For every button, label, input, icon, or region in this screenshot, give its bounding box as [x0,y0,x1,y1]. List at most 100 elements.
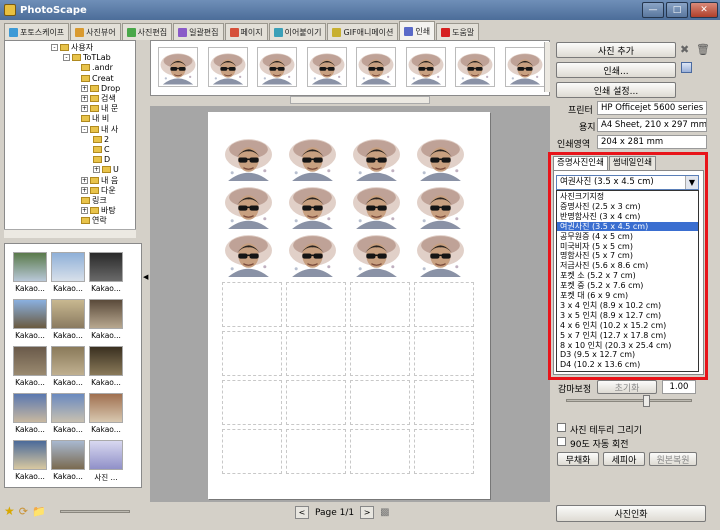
photo-size-option[interactable]: 포켓 중 (5.2 x 7.6 cm) [557,281,698,291]
expander-icon[interactable]: - [51,44,58,51]
next-page-button[interactable]: > [360,506,375,519]
photo-size-option[interactable]: 반명함사진 (3 x 4 cm) [557,212,698,222]
photo-thumbnail[interactable] [13,393,47,423]
photo-thumbnail[interactable] [51,252,85,282]
maximize-button[interactable]: □ [666,2,688,18]
tab-combine[interactable]: 이어붙이기 [268,23,327,40]
strip-thumbnail[interactable] [455,47,495,87]
monochrome-button[interactable]: 무채화 [557,452,599,466]
expander-icon[interactable]: + [81,84,88,92]
tree-item[interactable]: 연락 [81,215,107,226]
close-button[interactable]: ✕ [690,2,718,18]
photo-thumbnail[interactable] [13,299,47,329]
photo-size-option[interactable]: 여권사진 (3.5 x 4.5 cm) [557,221,698,232]
list-icon[interactable] [681,62,692,73]
photo-size-option[interactable]: 미국비자 (5 x 5 cm) [557,242,698,252]
left-panel-splitter[interactable]: ◀ [142,243,150,488]
photo-size-option[interactable]: 8 x 10 인치 (20.3 x 25.4 cm) [557,341,698,351]
strip-vertical-scrollbar[interactable] [544,42,550,92]
photo-print-button[interactable]: 사진인화 [556,505,706,522]
photo-size-option[interactable]: 5 x 7 인치 (12.7 x 17.8 cm) [557,331,698,341]
photo-size-option[interactable]: 사진크기지정 [557,192,698,202]
prev-page-button[interactable]: < [295,506,309,519]
strip-thumbnail[interactable] [207,47,248,87]
strip-thumbnail[interactable] [158,47,198,87]
photo-size-option[interactable]: 공무원증 (4 x 5 cm) [557,232,698,242]
strip-thumbnail[interactable] [356,47,396,87]
trash-icon[interactable]: 🗑 [696,43,710,56]
print-settings-button[interactable]: 인쇄 설정... [556,82,676,98]
photo-thumbnail[interactable] [89,252,123,282]
tab-viewer[interactable]: 사진뷰어 [70,23,121,40]
tab-editor[interactable]: 사진편집 [121,23,173,40]
expander-icon[interactable]: + [81,95,88,102]
remove-icon[interactable]: ✖ [680,43,689,56]
sepia-button[interactable]: 세피아 [603,452,645,466]
strip-horizontal-scrollbar[interactable] [290,96,430,104]
photo-thumbnail[interactable] [89,299,123,329]
expander-icon[interactable]: + [81,207,88,215]
gamma-slider[interactable] [566,399,692,402]
open-folder-icon[interactable]: 📁 [32,505,46,518]
tab-id-photo-print[interactable]: 증명사진인쇄 [553,156,608,170]
photo-thumbnail[interactable] [13,346,47,376]
strip-thumbnail[interactable] [504,47,545,87]
photo-thumbnail[interactable] [89,346,123,376]
photo-thumbnail[interactable] [13,252,47,282]
photo-size-option[interactable]: 포켓 소 (5.2 x 7 cm) [557,271,698,281]
tab-page[interactable]: 페이지 [224,23,268,40]
refresh-folder-icon[interactable]: ⟳ [19,505,28,518]
expander-icon[interactable]: - [81,125,88,133]
expander-icon[interactable]: - [63,54,70,62]
folder-tree[interactable]: - 사용자 - ToTLab .andr Creat + Drop + 검색 + 내 문내 비-내 사… [4,40,136,236]
photo-size-option[interactable]: D4 (10.2 x 13.6 cm) [557,360,698,370]
strip-thumbnail[interactable] [257,47,297,87]
print-button[interactable]: 인쇄... [556,62,676,78]
border-checkbox[interactable] [557,423,566,432]
photo-thumbnail[interactable] [89,440,123,470]
strip-thumbnail[interactable] [405,47,446,87]
photo-strip[interactable] [150,40,550,96]
photo-size-option[interactable]: 포켓 대 (6 x 9 cm) [557,291,698,301]
tab-photoscape[interactable]: 포토스케이프 [4,23,70,40]
minimize-button[interactable]: — [642,2,664,18]
gamma-value[interactable]: 1.00 [662,380,696,394]
expander-icon[interactable]: + [81,186,88,194]
zoom-icon[interactable]: ▩ [380,507,389,518]
chevron-down-icon[interactable]: ▼ [685,176,698,189]
add-photo-button[interactable]: 사진 추가 [556,42,676,58]
photo-size-option[interactable]: 명함사진 (5 x 7 cm) [557,251,698,261]
photo-thumbnail[interactable] [89,393,123,423]
tab-help[interactable]: 도움말 [436,23,480,40]
photo-thumbnail[interactable] [51,346,85,376]
tab-print[interactable]: 인쇄 [399,21,436,40]
photo-thumbnail[interactable] [13,440,47,470]
strip-thumbnail[interactable] [306,47,347,87]
expander-icon[interactable]: + [93,166,100,174]
thumbnail-panel[interactable]: Kakao... Kakao... Kakao... Kakao... Kakao...… [4,243,142,488]
star-icon[interactable]: ★ [4,504,15,518]
photo-size-options[interactable]: 사진크기지정 증명사진 (2.5 x 3 cm) 반명함사진 (3 x 4 cm) 여… [556,190,699,372]
photo-size-option[interactable]: 증명사진 (2.5 x 3 cm) [557,202,698,212]
expander-icon[interactable]: + [81,105,88,113]
photo-size-option[interactable]: 저금사진 (5.6 x 8.6 cm) [557,261,698,271]
photo-thumbnail[interactable] [51,299,85,329]
photo-size-select[interactable]: 여권사진 (3.5 x 4.5 cm) ▼ [556,175,699,190]
tree-horizontal-scrollbar[interactable] [4,229,136,238]
photo-thumbnail[interactable] [51,440,85,470]
photo-size-option[interactable]: 3 x 4 인치 (8.9 x 10.2 cm) [557,301,698,311]
photo-size-option[interactable]: D3 (9.5 x 12.7 cm) [557,350,698,360]
gamma-reset-button[interactable]: 초기화 [597,380,657,394]
photo-size-option[interactable]: 4 x 6 인치 (10.2 x 15.2 cm) [557,321,698,331]
tab-batch-editor[interactable]: 일괄편집 [173,23,224,40]
photo-thumbnail[interactable] [51,393,85,423]
gamma-slider-knob[interactable] [643,395,650,407]
rotate-checkbox[interactable] [557,437,566,446]
photo-size-option[interactable]: 3 x 5 인치 (8.9 x 12.7 cm) [557,311,698,321]
collapse-arrow-icon[interactable]: ◀ [143,273,148,281]
tab-thumbnail-print[interactable]: 썸네일인쇄 [608,156,657,170]
restore-original-button[interactable]: 원본복원 [649,452,697,466]
tab-gif-animation[interactable]: GIF애니메이션 [327,23,399,40]
thumbnail-size-slider[interactable] [59,509,130,513]
expander-icon[interactable]: + [81,176,88,184]
